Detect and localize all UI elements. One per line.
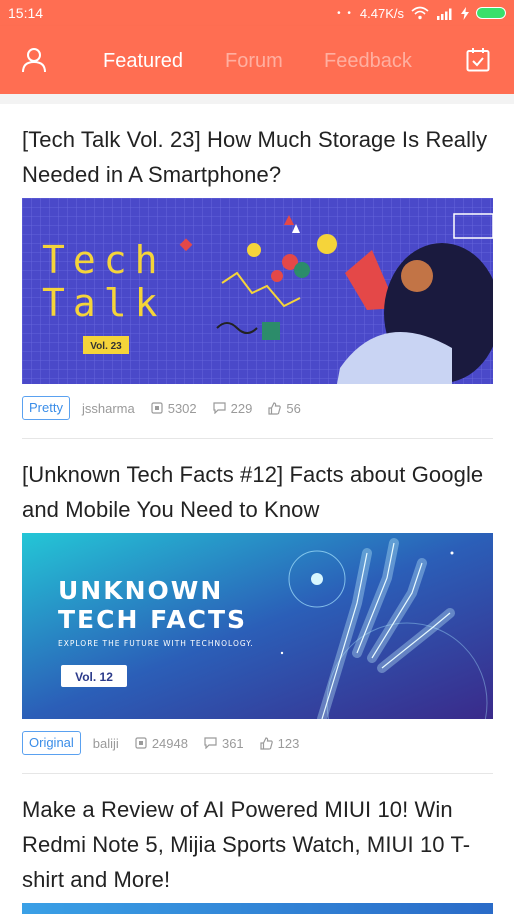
status-bar: 15:14 • • 4.47K/s — [0, 0, 514, 26]
post-author[interactable]: jssharma — [82, 401, 135, 416]
banner-subtitle: EXPLORE THE FUTURE WITH TECHNOLOGY. — [58, 639, 254, 648]
tab-feedback[interactable]: Feedback — [324, 50, 412, 73]
views-count: 24948 — [135, 736, 188, 751]
likes-count[interactable]: 56 — [268, 401, 301, 416]
status-indicators: • • 4.47K/s — [337, 6, 506, 21]
unknown-tech-facts-banner: UNKNOWN TECH FACTS EXPLORE THE FUTURE WI… — [22, 533, 493, 719]
post-divider — [22, 438, 493, 439]
banner-title-line1: UNKNOWN — [58, 576, 223, 605]
post-card[interactable]: Make a Review of AI Powered MIUI 10! Win… — [22, 792, 493, 897]
views-count: 5302 — [151, 401, 197, 416]
banner-title-line2: Talk — [42, 281, 166, 325]
profile-button[interactable] — [20, 46, 50, 76]
post-card[interactable]: [Unknown Tech Facts #12] Facts about Goo… — [22, 457, 493, 527]
battery-icon — [476, 7, 506, 19]
views-icon — [135, 737, 147, 749]
post-card[interactable]: [Tech Talk Vol. 23] How Much Storage Is … — [22, 122, 493, 192]
tech-talk-banner: Tech Talk Vol. 23 — [22, 198, 493, 384]
likes-count[interactable]: 123 — [260, 736, 299, 751]
calendar-check-icon — [466, 48, 490, 72]
post-image[interactable]: UNKNOWN TECH FACTS EXPLORE THE FUTURE WI… — [22, 533, 493, 719]
app-header: Featured Forum Feedback — [0, 26, 514, 94]
post-meta: Original baliji 24948 361 123 — [22, 731, 493, 755]
banner-title-line2: TECH FACTS — [58, 605, 247, 634]
post-meta: Pretty jssharma 5302 229 56 — [22, 396, 493, 420]
post-author[interactable]: baliji — [93, 736, 119, 751]
banner-vol: Vol. 23 — [90, 341, 122, 352]
status-time: 15:14 — [8, 5, 44, 21]
header-separator — [0, 94, 514, 104]
post-divider — [22, 773, 493, 774]
notification-dots-icon: • • — [337, 7, 353, 19]
signal-icon — [437, 8, 452, 20]
comment-icon — [213, 402, 226, 414]
post-image[interactable] — [22, 903, 493, 914]
network-speed: 4.47K/s — [359, 5, 404, 21]
tab-forum[interactable]: Forum — [225, 50, 283, 73]
post-title[interactable]: [Unknown Tech Facts #12] Facts about Goo… — [22, 457, 493, 527]
thumbs-up-icon — [268, 401, 282, 415]
views-icon — [151, 402, 163, 414]
thumbs-up-icon — [260, 736, 273, 750]
post-tag[interactable]: Original — [22, 731, 81, 755]
post-image[interactable]: Tech Talk Vol. 23 — [22, 198, 493, 384]
wifi-icon — [411, 6, 429, 20]
post-title[interactable]: [Tech Talk Vol. 23] How Much Storage Is … — [22, 122, 493, 192]
comments-count: 361 — [204, 736, 244, 751]
banner-title-line1: Tech — [42, 238, 166, 282]
post-title[interactable]: Make a Review of AI Powered MIUI 10! Win… — [22, 792, 493, 897]
banner-vol: Vol. 12 — [75, 670, 113, 684]
comment-icon — [204, 737, 217, 749]
check-in-button[interactable] — [466, 47, 492, 73]
tab-featured[interactable]: Featured — [103, 50, 183, 73]
comments-count: 229 — [213, 401, 252, 416]
charging-icon — [461, 6, 469, 20]
post-tag[interactable]: Pretty — [22, 396, 70, 420]
user-icon — [22, 48, 46, 73]
